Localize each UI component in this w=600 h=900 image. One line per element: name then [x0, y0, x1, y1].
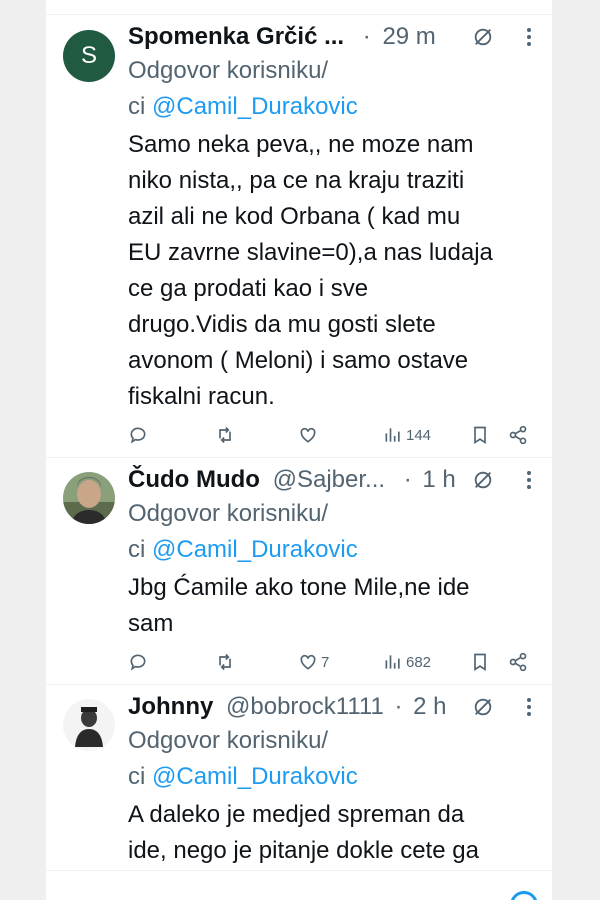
screen: S Spomenka Grčić ... · 29 m Odgovor kori… [0, 0, 600, 900]
author-name[interactable]: Čudo Mudo [128, 464, 260, 496]
separator-dot: · [362, 23, 371, 50]
tweet-header: Johnny @bobrock1111 · 2 h [128, 691, 538, 723]
repost-button[interactable] [215, 650, 235, 674]
reply-prefix-2: ci [128, 763, 146, 790]
reply-prefix-2: ci [128, 93, 146, 120]
reply-context-line-2: ci @Camil_Durakovic [128, 759, 538, 795]
text-line: fiskalni racun. [128, 383, 275, 410]
reply-button[interactable] [128, 423, 148, 447]
share-button[interactable] [508, 423, 528, 447]
text-line: A daleko je medjed spreman da [128, 801, 465, 828]
text-line: ide, nego je pitanje dokle cete ga [128, 837, 479, 864]
text-line: Jbg Ćamile ako tone Mile,ne ide [128, 574, 470, 601]
tweet-content: Johnny @bobrock1111 · 2 h Odgovor korisn… [128, 691, 538, 869]
more-icon[interactable] [526, 696, 532, 718]
compose-button[interactable] [510, 891, 538, 900]
reply-context: Odgovor korisniku/ ci @Camil_Durakovic [128, 53, 538, 125]
text-line: sam [128, 610, 174, 637]
share-icon [509, 425, 527, 445]
text-line: EU zavrne slavine=0),a nas ludaja [128, 239, 493, 266]
repost-icon [219, 426, 231, 444]
more-icon[interactable] [526, 26, 532, 48]
share-icon [509, 652, 527, 672]
tweet-content: Spomenka Grčić ... · 29 m Odgovor korisn… [128, 21, 538, 415]
reply-tweet[interactable]: Johnny @bobrock1111 · 2 h Odgovor korisn… [46, 684, 552, 871]
grok-icon[interactable] [472, 696, 494, 718]
reply-composer-bar[interactable] [46, 870, 552, 900]
avatar-photo [63, 699, 115, 751]
text-line: azil ali ne kod Orbana ( kad mu [128, 203, 461, 230]
bookmark-button[interactable] [470, 650, 490, 674]
reply-icon [130, 427, 146, 444]
separator-dot: · [403, 466, 412, 493]
text-line: Samo neka peva,, ne moze nam [128, 131, 474, 158]
avatar[interactable]: S [63, 30, 115, 82]
avatar-photo [63, 472, 115, 524]
tweet-header: Čudo Mudo @Sajber... · 1 h [128, 464, 538, 496]
action-bar: 144 [128, 423, 538, 447]
views-count: 144 [406, 426, 432, 444]
tweet-text: Samo neka peva,, ne moze nam niko nista,… [128, 127, 538, 415]
like-button[interactable]: 7 [298, 650, 329, 674]
avatar-letter: S [80, 42, 97, 69]
mention-link[interactable]: @Camil_Durakovic [152, 93, 358, 120]
avatar[interactable] [63, 699, 115, 751]
grok-icon[interactable] [472, 26, 494, 48]
views-icon [385, 655, 400, 669]
author-handle[interactable]: @bobrock1111 [226, 691, 384, 723]
reply-prefix: Odgovor korisniku/ [128, 500, 329, 527]
timestamp[interactable]: 2 h [413, 691, 446, 723]
more-icon[interactable] [526, 469, 532, 491]
reply-tweet[interactable]: Čudo Mudo @Sajber... · 1 h Odgovor koris… [46, 457, 552, 684]
views-count: 682 [406, 653, 432, 671]
timestamp[interactable]: 29 m [382, 21, 435, 53]
views-button[interactable]: 682 [383, 650, 431, 674]
timestamp[interactable]: 1 h [422, 464, 455, 496]
bookmark-button[interactable] [470, 423, 490, 447]
tweet-text: A daleko je medjed spreman da ide, nego … [128, 797, 538, 869]
reply-prefix-2: ci [128, 536, 146, 563]
heart-icon [300, 427, 316, 443]
author-handle[interactable]: @Sajber... [273, 464, 385, 496]
text-line: drugo.Vidis da mu gosti slete [128, 311, 436, 338]
mention-link[interactable]: @Camil_Durakovic [152, 763, 358, 790]
repost-icon [219, 653, 231, 671]
text-line: niko nista,, pa ce na kraju traziti [128, 167, 465, 194]
text-line: ce ga prodati kao i sve [128, 275, 369, 302]
separator-dot: · [394, 693, 403, 720]
reply-prefix: Odgovor korisniku/ [128, 727, 329, 754]
mention-link[interactable]: @Camil_Durakovic [152, 536, 358, 563]
like-count: 7 [321, 653, 330, 671]
reply-context: Odgovor korisniku/ ci @Camil_Durakovic [128, 723, 538, 795]
like-button[interactable] [298, 423, 321, 447]
views-icon [385, 428, 400, 442]
share-button[interactable] [508, 650, 528, 674]
bookmark-icon [474, 653, 486, 672]
action-bar: 7 682 [128, 650, 538, 674]
tweet-content: Čudo Mudo @Sajber... · 1 h Odgovor koris… [128, 464, 538, 642]
reply-context-line-2: ci @Camil_Durakovic [128, 89, 538, 125]
reply-tweet[interactable]: S Spomenka Grčić ... · 29 m Odgovor kori… [46, 14, 552, 457]
author-name[interactable]: Johnny [128, 691, 213, 723]
reply-context: Odgovor korisniku/ ci @Camil_Durakovic [128, 496, 538, 568]
reply-prefix: Odgovor korisniku/ [128, 57, 329, 84]
repost-button[interactable] [215, 423, 235, 447]
heart-icon [300, 654, 316, 670]
reply-button[interactable] [128, 650, 148, 674]
author-name[interactable]: Spomenka Grčić ... [128, 21, 344, 53]
avatar[interactable] [63, 472, 115, 524]
tweet-header: Spomenka Grčić ... · 29 m [128, 21, 538, 53]
views-button[interactable]: 144 [383, 423, 431, 447]
reply-context-line-2: ci @Camil_Durakovic [128, 532, 538, 568]
tweet-text: Jbg Ćamile ako tone Mile,ne ide sam [128, 570, 538, 642]
text-line: avonom ( Meloni) i samo ostave [128, 347, 469, 374]
replies-feed: S Spomenka Grčić ... · 29 m Odgovor kori… [46, 0, 552, 900]
grok-icon[interactable] [472, 469, 494, 491]
bookmark-icon [474, 426, 486, 445]
reply-icon [130, 654, 146, 671]
